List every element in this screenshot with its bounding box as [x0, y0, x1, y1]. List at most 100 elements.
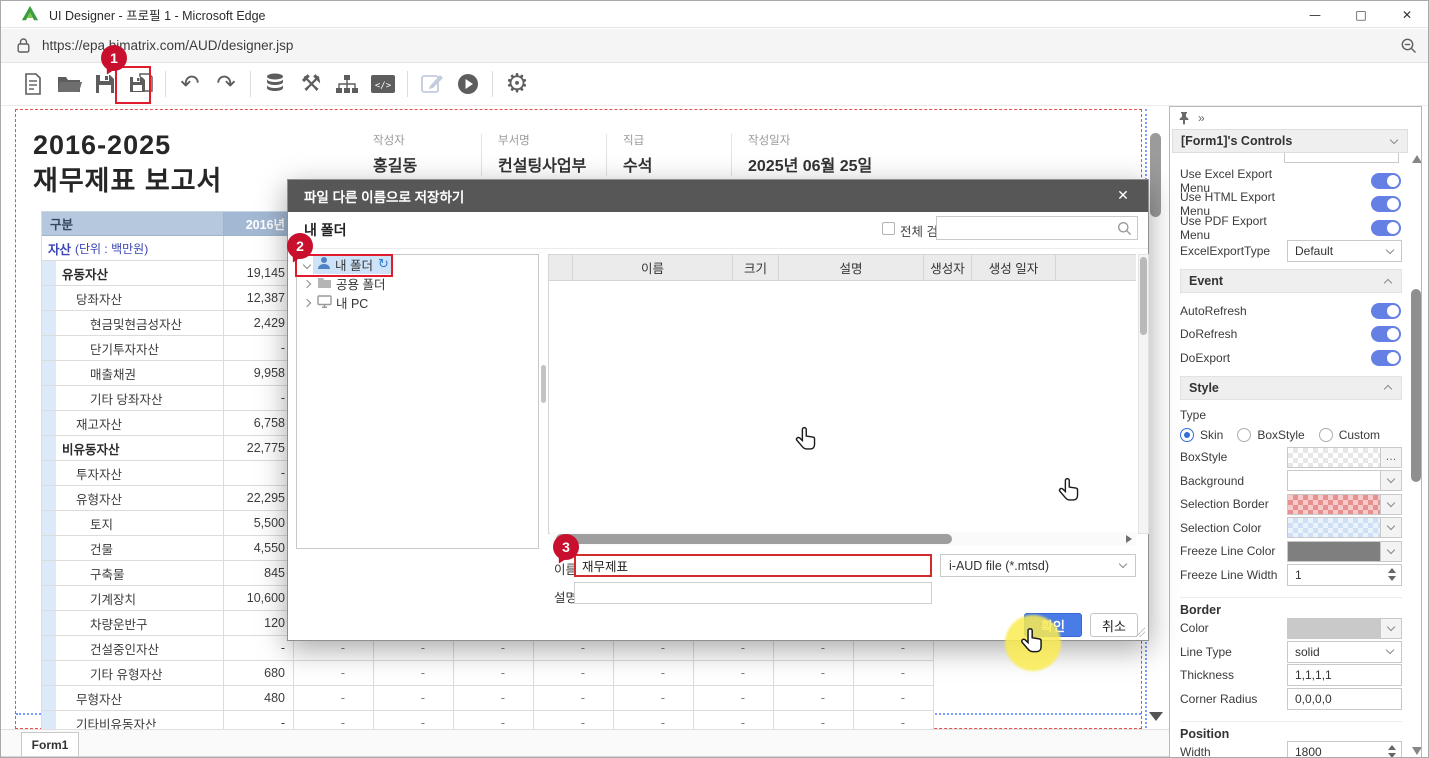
tree-item-공용폴더[interactable]: 공용 폴더 [297, 274, 538, 293]
undo-icon[interactable]: ↶ [173, 67, 207, 101]
zoom-out-icon[interactable] [1400, 37, 1418, 55]
edit-icon[interactable] [415, 67, 449, 101]
more-options-icon[interactable]: … [1380, 448, 1401, 467]
search-all-checkbox[interactable] [882, 222, 895, 235]
collapse-chevrons-icon[interactable]: » [1198, 111, 1205, 125]
name-input[interactable]: 재무제표 [574, 554, 932, 577]
meta-field: 직급수석 [621, 132, 731, 176]
panel-scrollbar-thumb[interactable] [1411, 289, 1421, 482]
search-icon[interactable] [1117, 221, 1132, 236]
swatch-freeze-line-color[interactable] [1287, 541, 1402, 562]
panel-header[interactable]: [Form1]'s Controls [1172, 129, 1408, 153]
chevron-down-icon[interactable] [1380, 495, 1401, 514]
cancel-button[interactable]: 취소 [1090, 613, 1138, 637]
list-vscrollbar-thumb[interactable] [1140, 257, 1147, 335]
tree-list-splitter[interactable] [541, 365, 546, 403]
list-column-설명[interactable]: 설명 [779, 255, 924, 280]
file-type-select[interactable]: i-AUD file (*.mtsd) [940, 554, 1136, 577]
url-text[interactable]: https://epa.bimatrix.com/AUD/designer.js… [42, 38, 293, 53]
scroll-down-icon[interactable] [1412, 747, 1422, 755]
toggle-on[interactable] [1371, 196, 1401, 212]
toggle-on[interactable] [1371, 303, 1401, 319]
list-column-select[interactable] [549, 255, 573, 280]
chevron-down-icon[interactable] [303, 260, 311, 268]
radio-option-boxstyle[interactable]: BoxStyle [1237, 428, 1304, 442]
spinner-freeze-line-width[interactable]: 1 [1287, 564, 1402, 586]
input-corner-radius[interactable]: 0,0,0,0 [1287, 688, 1402, 710]
chevron-right-icon[interactable] [303, 279, 311, 287]
panel-scrollbar[interactable] [1410, 155, 1422, 755]
open-folder-icon[interactable] [52, 67, 86, 101]
toggle-on[interactable] [1371, 220, 1401, 236]
canvas-scroll-down-icon[interactable] [1149, 712, 1163, 721]
desc-input[interactable] [574, 582, 932, 604]
radio-icon[interactable] [1237, 428, 1251, 442]
lock-icon[interactable] [15, 37, 32, 54]
list-vscrollbar[interactable] [1138, 254, 1149, 534]
spin-up-icon[interactable] [1388, 745, 1396, 750]
minimize-button[interactable]: — [1292, 1, 1338, 28]
tools-icon[interactable]: ⚒ [294, 67, 328, 101]
close-button[interactable]: ✕ [1384, 1, 1429, 28]
database-icon[interactable] [258, 67, 292, 101]
spin-down-icon[interactable] [1388, 753, 1396, 758]
search-input[interactable] [941, 218, 1111, 238]
dialog-close-icon[interactable]: ✕ [1108, 180, 1138, 212]
chevron-down-icon[interactable] [1380, 518, 1401, 537]
swatch-boxstyle[interactable]: … [1287, 447, 1402, 468]
swatch-selection-border[interactable] [1287, 494, 1402, 515]
hierarchy-icon[interactable] [330, 67, 364, 101]
tab-form1[interactable]: Form1 [21, 732, 79, 756]
chevron-down-icon[interactable] [1380, 471, 1401, 490]
chevron-right-icon[interactable] [303, 298, 311, 306]
run-icon[interactable] [451, 67, 485, 101]
row-value: - [224, 636, 294, 661]
swatch-selection-color[interactable] [1287, 517, 1402, 538]
list-hscrollbar-thumb[interactable] [556, 534, 952, 544]
radio-icon[interactable] [1180, 428, 1194, 442]
radio-option-custom[interactable]: Custom [1319, 428, 1380, 442]
spinner-width[interactable]: 1800 [1287, 741, 1402, 758]
spinner-arrows-icon[interactable] [1388, 568, 1396, 581]
radio-option-skin[interactable]: Skin [1180, 428, 1223, 442]
list-column-크기[interactable]: 크기 [733, 255, 779, 280]
list-hscroll-right-icon[interactable] [1126, 535, 1132, 543]
tree-item-내PC[interactable]: 내 PC [297, 293, 538, 312]
prop-label: ExcelExportType [1180, 244, 1287, 258]
list-hscrollbar[interactable] [550, 532, 1136, 546]
redo-icon[interactable]: ↷ [209, 67, 243, 101]
pin-icon[interactable] [1178, 111, 1190, 125]
tree-item-내폴더[interactable]: 내 폴더↻ [297, 255, 538, 274]
select-excelexporttype[interactable]: Default [1287, 240, 1402, 262]
code-view-icon[interactable]: </> [366, 67, 400, 101]
svg-text:</>: </> [375, 81, 392, 91]
refresh-icon[interactable]: ↻ [378, 257, 389, 272]
resize-grip[interactable] [1135, 627, 1145, 637]
prop-row-boxstyle: BoxStyle… [1180, 446, 1402, 470]
toggle-on[interactable] [1371, 173, 1401, 189]
chevron-down-icon[interactable] [1380, 542, 1401, 561]
select-line type[interactable]: solid [1287, 641, 1402, 663]
scroll-up-icon[interactable] [1412, 155, 1422, 163]
input-thickness[interactable]: 1,1,1,1 [1287, 664, 1402, 686]
prop-control [1287, 196, 1402, 212]
spin-up-icon[interactable] [1388, 568, 1396, 573]
maximize-button[interactable]: □ [1338, 1, 1384, 28]
settings-icon[interactable]: ⚙ [500, 67, 534, 101]
new-document-icon[interactable] [16, 67, 50, 101]
section-header-event[interactable]: Event [1180, 269, 1402, 293]
swatch-background[interactable] [1287, 470, 1402, 491]
radio-icon[interactable] [1319, 428, 1333, 442]
chevron-down-icon[interactable] [1380, 619, 1401, 638]
canvas-vscrollbar-thumb[interactable] [1150, 133, 1161, 217]
spin-down-icon[interactable] [1388, 576, 1396, 581]
search-box[interactable] [936, 216, 1138, 240]
list-column-이름[interactable]: 이름 [573, 255, 733, 280]
toggle-on[interactable] [1371, 326, 1401, 342]
list-column-생성 일자[interactable]: 생성 일자 [972, 255, 1056, 280]
swatch-color[interactable] [1287, 618, 1402, 639]
spinner-arrows-icon[interactable] [1388, 745, 1396, 758]
section-header-style[interactable]: Style [1180, 376, 1402, 400]
toggle-on[interactable] [1371, 350, 1401, 366]
list-column-생성자[interactable]: 생성자 [924, 255, 972, 280]
